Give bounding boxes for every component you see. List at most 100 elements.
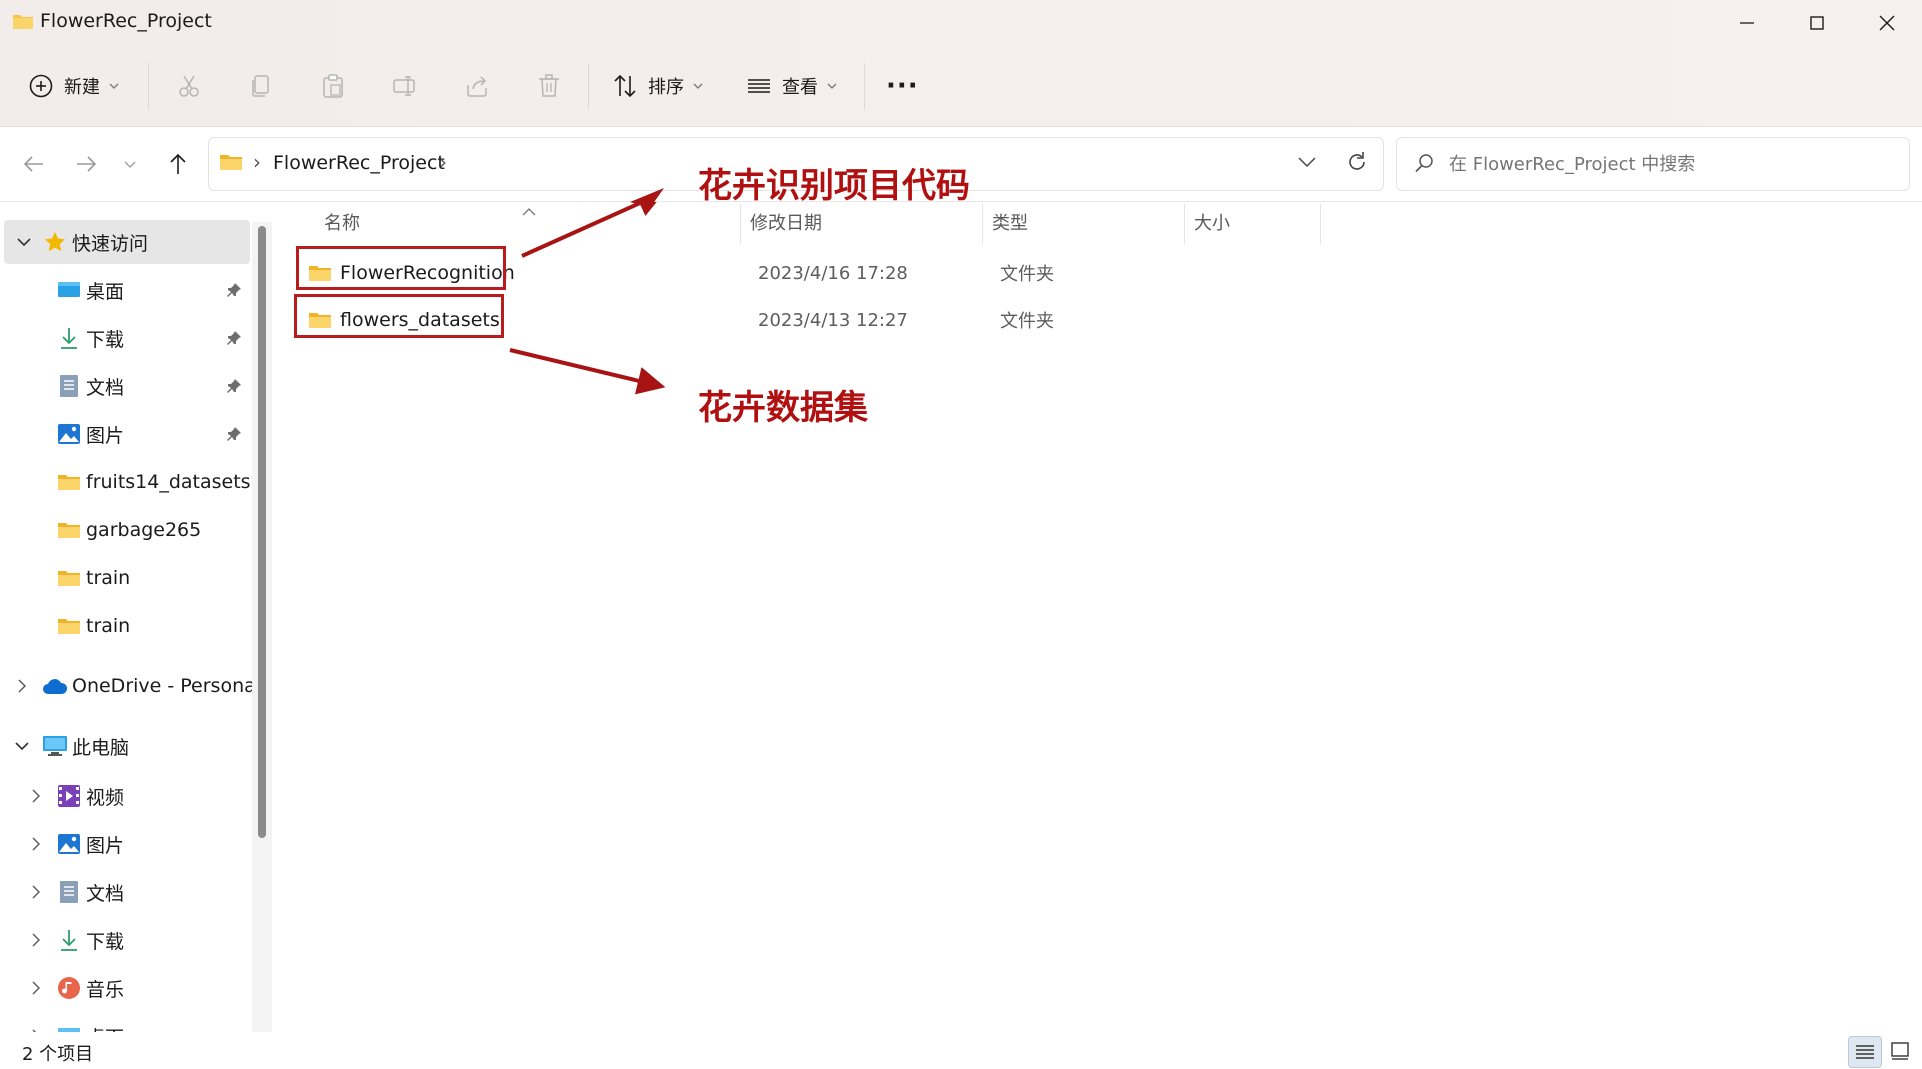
search-box[interactable]: [1396, 137, 1910, 191]
breadcrumb-separator[interactable]: ›: [439, 150, 447, 174]
chevron-right-icon[interactable]: [26, 930, 46, 950]
cut-button[interactable]: [176, 45, 202, 126]
arrow-to-dataset-label: [509, 348, 666, 395]
breadcrumb-item[interactable]: FlowerRec_Project: [273, 152, 445, 174]
delete-button[interactable]: [536, 45, 562, 126]
search-input[interactable]: [1447, 148, 1891, 180]
sidebar-item-label: fruits14_datasets: [86, 471, 251, 493]
arrow-right-icon: [77, 156, 97, 172]
chevron-right-icon[interactable]: [26, 786, 46, 806]
download-icon: [56, 325, 82, 351]
sort-label: 排序: [648, 76, 684, 98]
sidebar-item-label: 音乐: [86, 978, 125, 1001]
chevron-right-icon[interactable]: [12, 676, 32, 696]
picture-icon: [56, 421, 82, 447]
delete-icon: [539, 73, 559, 97]
rename-button[interactable]: [392, 45, 418, 126]
desktop-icon: [56, 277, 82, 303]
sidebar-item-documents[interactable]: 文档: [56, 364, 252, 408]
sidebar-item-desktop-pc[interactable]: 桌面: [26, 1014, 252, 1032]
sidebar-item-garbage265[interactable]: garbage265: [56, 508, 252, 552]
tiles-view-icon: [1891, 1042, 1909, 1060]
details-view-button[interactable]: [1848, 1036, 1882, 1068]
cut-icon: [179, 75, 199, 97]
status-bar: 2 个项目: [0, 1032, 1922, 1069]
column-divider[interactable]: [1184, 204, 1185, 244]
sidebar-item-train[interactable]: train: [56, 556, 252, 600]
column-divider[interactable]: [982, 204, 983, 244]
file-type: 文件夹: [1000, 264, 1054, 285]
chevron-down-icon: [1298, 157, 1316, 168]
column-header-type[interactable]: 类型: [992, 202, 1028, 242]
sidebar-item-this-pc[interactable]: 此电脑: [12, 724, 252, 768]
recent-locations-button[interactable]: [116, 127, 144, 201]
sidebar-item-label: 快速访问: [72, 232, 149, 255]
sidebar-item-pictures[interactable]: 图片: [56, 412, 252, 456]
navigation-scrollbar[interactable]: [252, 222, 272, 1032]
sidebar-item-documents-pc[interactable]: 文档: [26, 870, 252, 914]
refresh-button[interactable]: [1345, 150, 1369, 178]
chevron-down-icon[interactable]: [12, 736, 32, 756]
paste-icon: [323, 73, 343, 98]
sidebar-item-pictures-pc[interactable]: 图片: [26, 822, 252, 866]
close-button[interactable]: [1852, 0, 1922, 45]
sidebar-item-onedrive[interactable]: OneDrive - Personal: [12, 664, 252, 708]
chevron-right-icon[interactable]: [26, 834, 46, 854]
sidebar-item-label: 此电脑: [72, 736, 130, 759]
column-divider[interactable]: [1320, 204, 1321, 244]
toolbar-divider: [588, 63, 589, 109]
file-list: 名称 修改日期 类型 大小 FlowerRecognition 2023/4/1…: [278, 202, 1922, 1032]
sidebar-item-videos[interactable]: 视频: [26, 774, 252, 818]
navigation-pane: 快速访问 桌面 下载 文档 图片 fruits14_datasets garba…: [0, 202, 252, 1032]
minimize-button[interactable]: [1712, 0, 1782, 45]
chevron-down-icon: [827, 83, 837, 89]
view-icon: [748, 78, 770, 93]
folder-icon: [12, 12, 34, 34]
close-icon: [1879, 15, 1895, 30]
sidebar-item-label: 桌面: [86, 1023, 124, 1033]
sidebar-item-train[interactable]: train: [56, 604, 252, 648]
maximize-button[interactable]: [1782, 0, 1852, 45]
download-icon: [56, 927, 82, 953]
picture-icon: [56, 831, 82, 857]
sidebar-item-music[interactable]: 音乐: [26, 966, 252, 1010]
sidebar-item-label: 视频: [86, 786, 125, 809]
toolbar-divider: [148, 63, 149, 109]
share-button[interactable]: [464, 45, 490, 126]
address-dropdown-button[interactable]: [1297, 154, 1317, 173]
new-button[interactable]: 新建: [28, 45, 120, 126]
sidebar-item-desktop[interactable]: 桌面: [56, 268, 252, 312]
sidebar-item-fruits14-datasets[interactable]: fruits14_datasets: [56, 460, 252, 504]
scrollbar-thumb[interactable]: [258, 226, 266, 838]
sidebar-item-label: OneDrive - Personal: [72, 675, 252, 697]
back-button[interactable]: [14, 127, 54, 201]
sidebar-item-downloads[interactable]: 下载: [56, 316, 252, 360]
more-button[interactable]: ···: [886, 45, 919, 126]
sidebar-item-label: garbage265: [86, 519, 202, 541]
pin-icon: [226, 330, 242, 350]
chevron-right-icon[interactable]: [26, 882, 46, 902]
forward-button[interactable]: [66, 127, 106, 201]
chevron-right-icon[interactable]: [26, 978, 46, 998]
computer-icon: [42, 733, 68, 759]
folder-icon: [56, 613, 82, 639]
refresh-icon: [1349, 152, 1365, 170]
paste-button[interactable]: [320, 45, 346, 126]
folder-icon: [56, 565, 82, 591]
view-button[interactable]: 查看: [746, 45, 838, 126]
tiles-view-button[interactable]: [1884, 1036, 1916, 1066]
copy-button[interactable]: [248, 45, 274, 126]
sidebar-item-label: 文档: [86, 882, 125, 905]
sort-button[interactable]: 排序: [612, 45, 704, 126]
chevron-down-icon: [693, 83, 703, 89]
cloud-icon: [42, 673, 68, 699]
arrow-left-icon: [23, 156, 43, 172]
arrow-to-code-label: [521, 202, 666, 258]
chevron-down-icon[interactable]: [14, 232, 34, 252]
column-header-size[interactable]: 大小: [1194, 202, 1230, 242]
sidebar-item-quick-access[interactable]: 快速访问: [4, 220, 250, 264]
sidebar-item-downloads-pc[interactable]: 下载: [26, 918, 252, 962]
up-button[interactable]: [158, 127, 198, 201]
rename-icon: [393, 75, 415, 96]
video-icon: [56, 783, 82, 809]
